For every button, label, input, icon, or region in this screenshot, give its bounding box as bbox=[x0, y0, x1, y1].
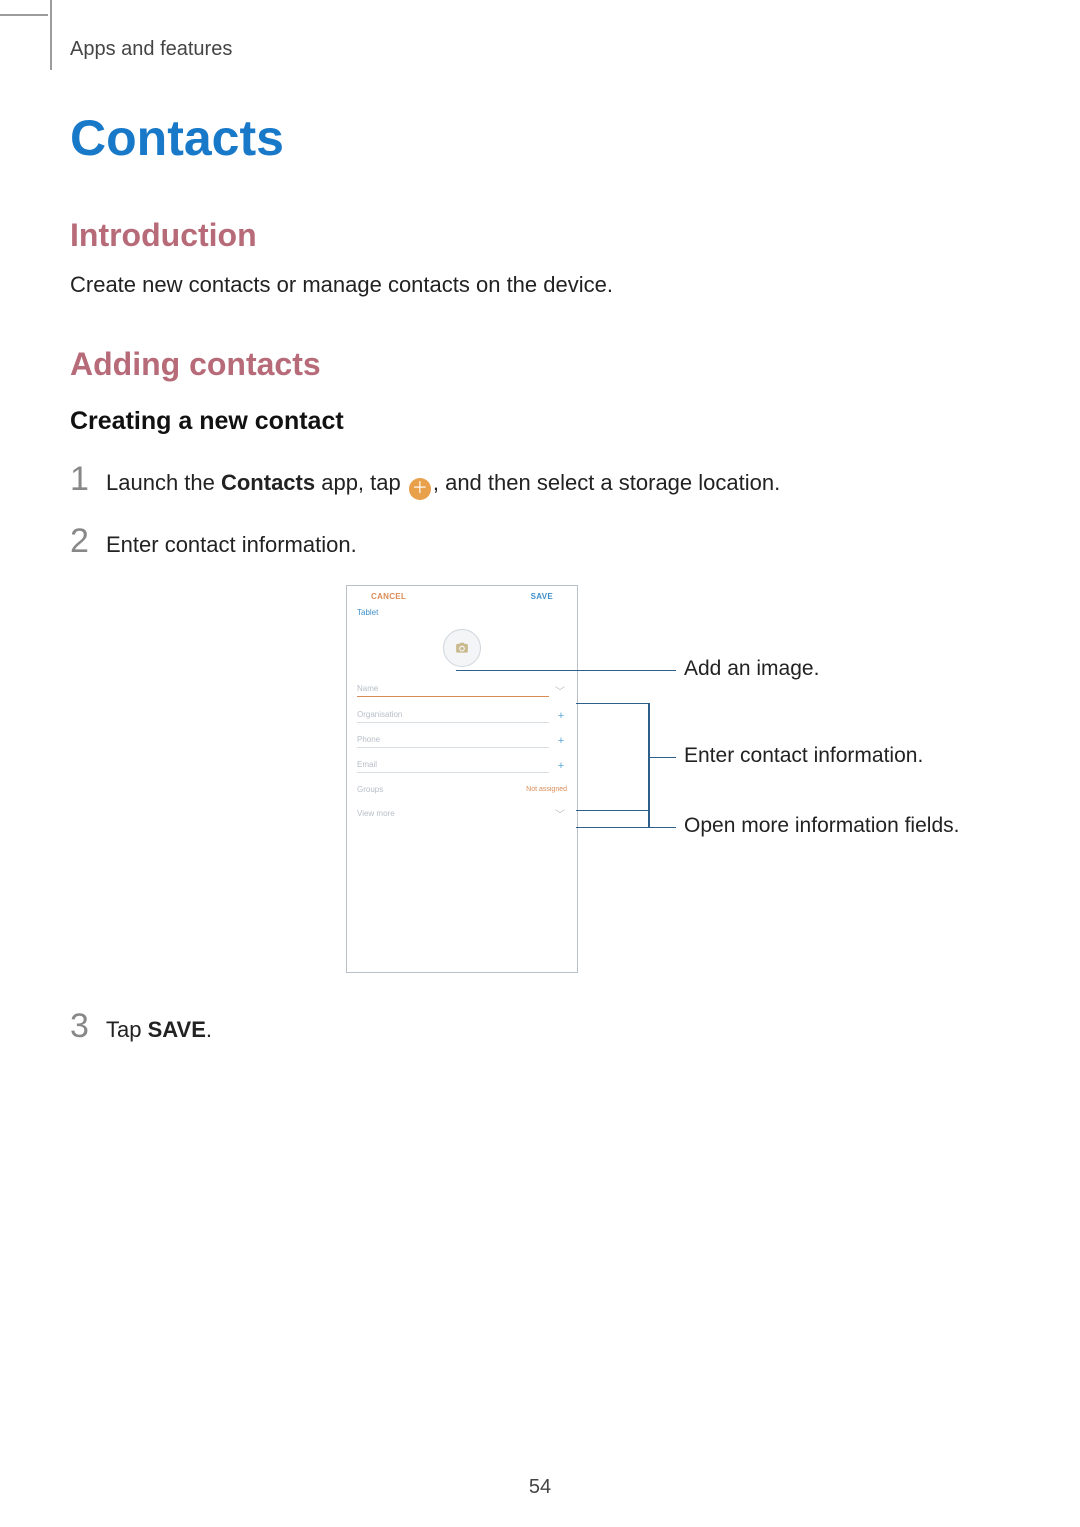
step-2: 2 Enter contact information. bbox=[70, 524, 1010, 561]
step-2-text: Enter contact information. bbox=[106, 530, 357, 561]
step-number-2: 2 bbox=[70, 524, 106, 558]
callout-add-image: Add an image. bbox=[684, 657, 819, 681]
organisation-field[interactable]: Organisation + bbox=[357, 704, 567, 729]
section-adding-heading: Adding contacts bbox=[70, 346, 1010, 383]
storage-location-label[interactable]: Tablet bbox=[347, 605, 577, 623]
chevron-down-icon[interactable]: ﹀ bbox=[555, 683, 567, 698]
step-3-text: Tap SAVE. bbox=[106, 1015, 212, 1046]
section-introduction-heading: Introduction bbox=[70, 217, 1010, 254]
breadcrumb: Apps and features bbox=[70, 38, 1010, 61]
introduction-text: Create new contacts or manage contacts o… bbox=[70, 272, 1010, 298]
contact-editor-figure: CANCEL SAVE Tablet Name ﹀ Organisation + bbox=[346, 585, 1026, 973]
chevron-down-icon[interactable]: ﹀ bbox=[555, 806, 567, 821]
step-3: 3 Tap SAVE. bbox=[70, 1009, 1010, 1046]
step-number-3: 3 bbox=[70, 1009, 106, 1043]
phone-field[interactable]: Phone + bbox=[357, 729, 567, 754]
view-more-button[interactable]: View more ﹀ bbox=[357, 800, 567, 827]
camera-icon bbox=[455, 641, 469, 655]
callout-enter-info: Enter contact information. bbox=[684, 744, 923, 768]
name-field[interactable]: Name ﹀ bbox=[357, 677, 567, 704]
plus-icon[interactable]: + bbox=[555, 735, 567, 747]
email-field[interactable]: Email + bbox=[357, 754, 567, 779]
callouts: Add an image. Enter contact information.… bbox=[576, 585, 1026, 973]
add-image-button[interactable] bbox=[443, 629, 481, 667]
cancel-button[interactable]: CANCEL bbox=[371, 592, 406, 601]
step-1: 1 Launch the Contacts app, tap ＋, and th… bbox=[70, 462, 1010, 500]
plus-icon[interactable]: + bbox=[555, 760, 567, 772]
save-button[interactable]: SAVE bbox=[531, 592, 553, 601]
page-title: Contacts bbox=[70, 109, 1010, 167]
groups-value: Not assigned bbox=[526, 786, 567, 793]
step-1-text: Launch the Contacts app, tap ＋, and then… bbox=[106, 468, 780, 500]
callout-open-more: Open more information fields. bbox=[684, 814, 959, 838]
page-number: 54 bbox=[0, 1476, 1080, 1499]
subsection-creating-heading: Creating a new contact bbox=[70, 407, 1010, 436]
step-number-1: 1 bbox=[70, 462, 106, 496]
groups-field[interactable]: Groups Not assigned bbox=[357, 779, 567, 800]
plus-icon[interactable]: + bbox=[555, 710, 567, 722]
phone-mockup: CANCEL SAVE Tablet Name ﹀ Organisation + bbox=[346, 585, 578, 973]
plus-circle-icon: ＋ bbox=[409, 478, 431, 500]
